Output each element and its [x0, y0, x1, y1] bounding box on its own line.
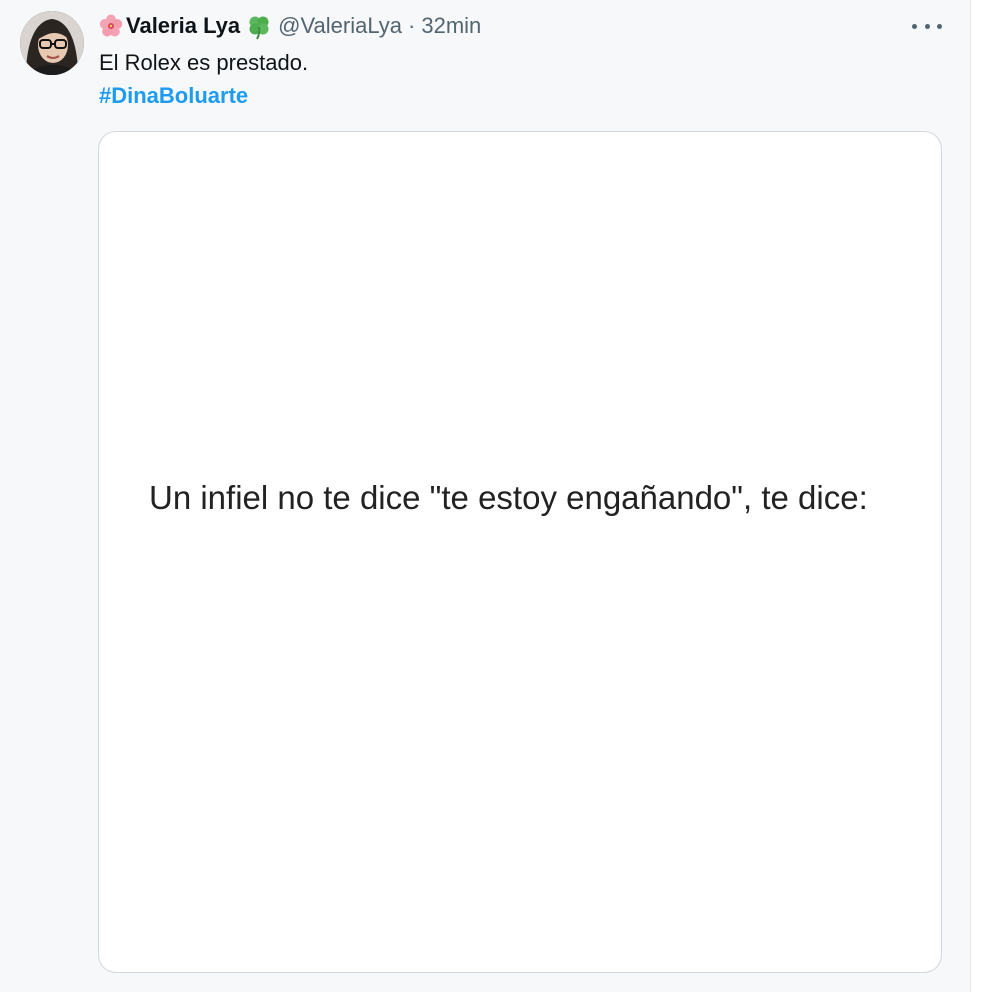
- four-leaf-clover-icon: [246, 14, 270, 40]
- separator-dot: ·: [408, 13, 416, 38]
- tweet-header: Valeria Lya @ValeriaLya · 32min: [99, 10, 481, 42]
- tweet[interactable]: Valeria Lya @ValeriaLya · 32min El Rolex…: [0, 0, 970, 992]
- hibiscus-icon: [99, 14, 123, 38]
- hashtag-link[interactable]: #DinaBoluarte: [99, 81, 248, 111]
- page-edge: [970, 0, 992, 992]
- more-options-icon[interactable]: [912, 18, 942, 34]
- tweet-text: El Rolex es prestado.: [99, 50, 309, 75]
- avatar[interactable]: [20, 11, 84, 75]
- media-caption-text: Un infiel no te dice "te estoy engañando…: [149, 479, 868, 516]
- tweet-media-image[interactable]: Un infiel no te dice "te estoy engañando…: [98, 131, 942, 973]
- author-display-name[interactable]: Valeria Lya: [126, 13, 240, 39]
- tweet-timestamp[interactable]: 32min: [421, 13, 481, 39]
- author-handle[interactable]: @ValeriaLya: [278, 13, 402, 39]
